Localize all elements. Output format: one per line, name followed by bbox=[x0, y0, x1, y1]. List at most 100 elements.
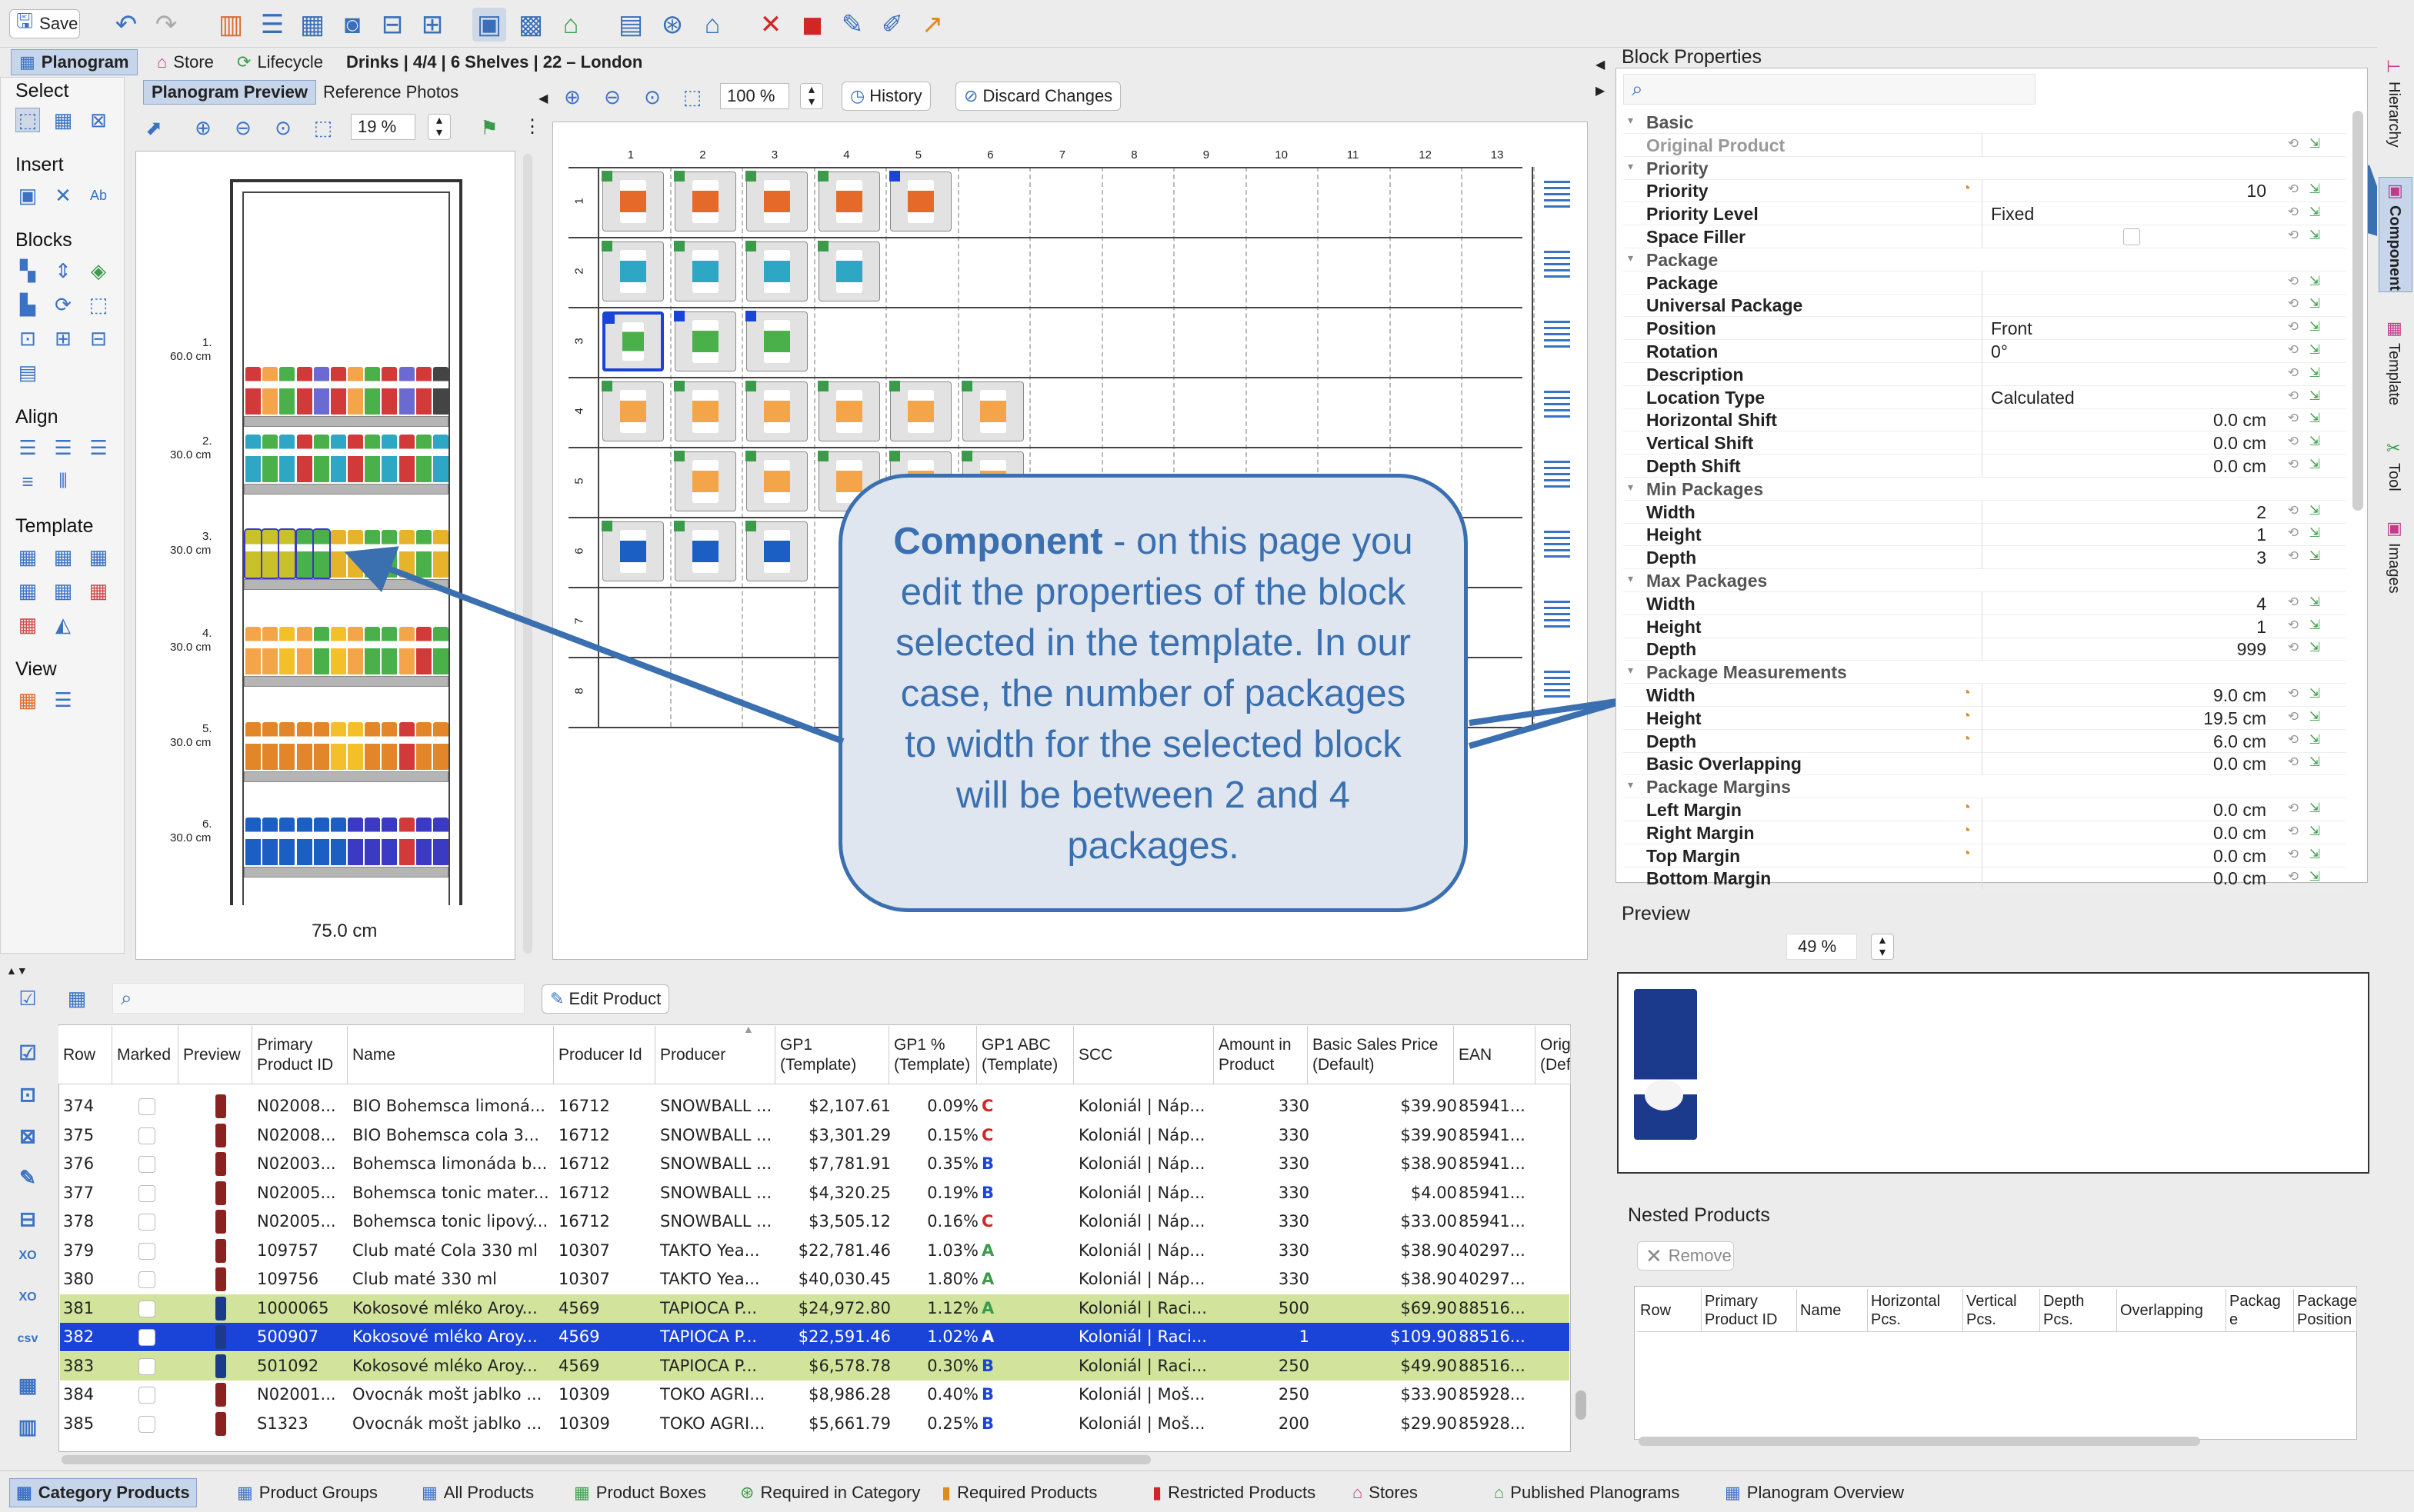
product-facing[interactable] bbox=[382, 530, 398, 578]
product-facing[interactable] bbox=[348, 435, 364, 482]
close-icon[interactable]: ✕ bbox=[754, 8, 788, 42]
table-col-header[interactable]: GP1 (Template) bbox=[775, 1026, 889, 1084]
property-row[interactable]: Rotation 0° ⟲ ⇲ bbox=[1623, 340, 2346, 363]
properties-scrollbar[interactable] bbox=[2352, 111, 2363, 511]
group-toggle-icon[interactable]: ▾ bbox=[1628, 572, 1633, 585]
apply-icon[interactable]: ⇲ bbox=[2309, 136, 2320, 152]
template-block[interactable] bbox=[602, 171, 664, 231]
table-tool-icon[interactable]: ⊡ bbox=[14, 1083, 42, 1111]
product-facing[interactable] bbox=[262, 818, 278, 865]
apply-icon[interactable]: ⇲ bbox=[2309, 594, 2320, 610]
group-toggle-icon[interactable]: ▾ bbox=[1628, 778, 1633, 791]
tpl-zoom-fit-icon[interactable]: ⊙ bbox=[640, 85, 665, 109]
product-facing[interactable] bbox=[398, 722, 415, 770]
template-block[interactable] bbox=[673, 241, 736, 301]
align-right-icon[interactable]: ☰ bbox=[86, 435, 111, 460]
product-facing[interactable] bbox=[279, 722, 295, 770]
template-block[interactable] bbox=[817, 381, 880, 441]
reset-icon[interactable]: ⟲ bbox=[2288, 503, 2299, 518]
discard-changes-button[interactable]: ⊘ Discard Changes bbox=[955, 82, 1122, 111]
bottom-tab-planogram-overview[interactable]: ▦ Planogram Overview bbox=[1719, 1478, 1910, 1507]
right-tab-hierarchy[interactable]: ⊢ Hierarchy bbox=[2379, 54, 2412, 169]
property-row[interactable]: Depth 999 ⟲ ⇲ bbox=[1623, 638, 2346, 661]
template-block[interactable] bbox=[817, 241, 880, 301]
template-c-icon[interactable]: ▦ bbox=[86, 545, 111, 569]
table-col-header[interactable]: GP1 ABC (Template) bbox=[977, 1026, 1074, 1084]
group-toggle-icon[interactable]: ▾ bbox=[1628, 251, 1633, 265]
template-block[interactable] bbox=[602, 241, 664, 301]
apply-icon[interactable]: ⇲ bbox=[2309, 503, 2320, 518]
marked-checkbox[interactable] bbox=[138, 1387, 155, 1404]
space-filler-checkbox[interactable] bbox=[2123, 228, 2140, 245]
bottom-tab-restricted-products[interactable]: ▮ Restricted Products bbox=[1146, 1478, 1322, 1507]
apply-icon[interactable]: ⇲ bbox=[2309, 319, 2320, 335]
marked-checkbox[interactable] bbox=[138, 1415, 155, 1433]
row-handle-icon[interactable] bbox=[1544, 531, 1570, 561]
product-facing[interactable] bbox=[313, 722, 329, 770]
product-facing[interactable] bbox=[365, 530, 381, 578]
property-row[interactable]: Height 1 ⟲ ⇲ bbox=[1623, 614, 2346, 638]
product-facing[interactable] bbox=[261, 528, 280, 579]
product-facing[interactable] bbox=[262, 627, 278, 674]
table-tool-icon[interactable]: csv bbox=[14, 1332, 42, 1360]
reset-icon[interactable]: ⟲ bbox=[2288, 618, 2299, 633]
collapse-left-icon[interactable]: ◀ bbox=[538, 91, 548, 106]
apply-icon[interactable]: ⇲ bbox=[2309, 182, 2320, 197]
nested-col-header[interactable]: Overlapping bbox=[2117, 1289, 2226, 1332]
template-zoom-field[interactable]: 100 % bbox=[720, 83, 789, 109]
store-icon[interactable]: ⌂ bbox=[695, 8, 729, 42]
row-handle-icon[interactable] bbox=[1544, 671, 1570, 701]
product-facing[interactable] bbox=[415, 530, 432, 578]
table-row[interactable]: 380 109756 Club maté 330 ml 10307 TAKTO Yea.… bbox=[60, 1265, 1569, 1294]
property-row[interactable]: Location Type Calculated ⟲ ⇲ bbox=[1623, 385, 2346, 409]
template-block[interactable] bbox=[745, 241, 808, 301]
product-facing[interactable] bbox=[262, 435, 278, 482]
tab-lifecycle[interactable]: ⟳ Lifecycle bbox=[229, 49, 331, 75]
block-misc-icon[interactable]: ▤ bbox=[15, 360, 40, 385]
property-row[interactable]: Bottom Margin 0.0 cm ⟲ ⇲ bbox=[1623, 867, 2346, 891]
tpl-zoom-out-icon[interactable]: ⊖ bbox=[600, 85, 625, 109]
block-add-icon[interactable]: ▚ bbox=[15, 258, 40, 283]
product-facing[interactable] bbox=[365, 627, 381, 674]
product-facing[interactable] bbox=[245, 367, 262, 415]
apply-icon[interactable]: ⇲ bbox=[2309, 365, 2320, 381]
product-facing[interactable] bbox=[382, 627, 398, 674]
book-icon[interactable]: ▦ bbox=[295, 8, 329, 42]
template-block[interactable] bbox=[889, 381, 952, 441]
product-facing[interactable] bbox=[330, 818, 346, 865]
zoom-in-icon[interactable]: ⊕ bbox=[191, 115, 215, 140]
edit-icon[interactable]: ✐ bbox=[875, 8, 909, 42]
product-facing[interactable] bbox=[348, 722, 364, 770]
template-block[interactable] bbox=[602, 311, 664, 371]
apply-icon[interactable]: ⇲ bbox=[2309, 388, 2320, 404]
right-tab-images[interactable]: ▣ Images bbox=[2379, 515, 2412, 631]
block-3d-icon[interactable]: ◈ bbox=[86, 258, 111, 283]
marked-checkbox[interactable] bbox=[138, 1156, 155, 1173]
table-row[interactable]: 375 N02008... BIO Bohemsca cola 3... 16712 S… bbox=[60, 1121, 1569, 1150]
zoom-out-icon[interactable]: ⊖ bbox=[231, 115, 255, 140]
product-facing[interactable] bbox=[415, 435, 432, 482]
undo-icon[interactable]: ↶ bbox=[111, 9, 142, 40]
tpl-zoom-frame-icon[interactable]: ⬚ bbox=[680, 85, 705, 109]
template-e-icon[interactable]: ▦ bbox=[51, 578, 75, 603]
apply-icon[interactable]: ⇲ bbox=[2309, 205, 2320, 220]
preview-zoom-field[interactable]: 19 % bbox=[351, 114, 415, 140]
template-block[interactable] bbox=[745, 311, 808, 371]
collapse-arrow-icon[interactable]: ◀ bbox=[1595, 57, 1605, 72]
template-zoom-stepper[interactable]: ▴ ▾ bbox=[800, 83, 823, 109]
block-link-icon[interactable]: ⊡ bbox=[15, 326, 40, 351]
template-block[interactable] bbox=[745, 521, 808, 581]
row-handle-icon[interactable] bbox=[1544, 321, 1570, 351]
table-row[interactable]: 378 N02005... Bohemsca tonic lipový... 1671… bbox=[60, 1207, 1569, 1236]
bottom-tab-product-groups[interactable]: ▦ Product Groups bbox=[231, 1478, 384, 1507]
tab-store[interactable]: ⌂ Store bbox=[149, 49, 222, 75]
reset-icon[interactable]: ⟲ bbox=[2288, 205, 2299, 220]
reset-icon[interactable]: ⟲ bbox=[2288, 319, 2299, 335]
apply-icon[interactable]: ⇲ bbox=[2309, 274, 2320, 289]
product-facing[interactable] bbox=[262, 722, 278, 770]
bottom-tab-required-in-category[interactable]: ⊛ Required in Category bbox=[734, 1478, 926, 1507]
select-grid-icon[interactable]: ▦ bbox=[51, 108, 75, 132]
product-facing[interactable] bbox=[348, 627, 364, 674]
property-row[interactable]: Vertical Shift 0.0 cm ⟲ ⇲ bbox=[1623, 431, 2346, 455]
product-facing[interactable] bbox=[365, 367, 381, 415]
